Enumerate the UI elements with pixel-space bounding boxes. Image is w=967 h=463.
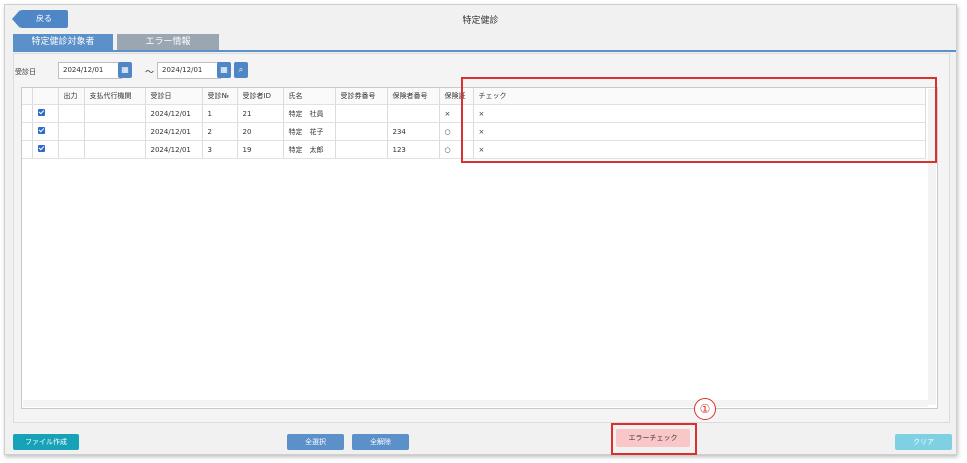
cell-exam-no: 3 (202, 140, 238, 159)
header-select (32, 88, 59, 105)
clear-button[interactable]: クリア (895, 434, 952, 450)
exam-date-label: 受診日 (15, 68, 36, 76)
cell-date: 2024/12/01 (145, 104, 203, 123)
calendar-icon[interactable]: ▦ (118, 62, 132, 78)
cell-date: 2024/12/01 (145, 122, 203, 141)
row-spacer (22, 104, 33, 123)
header-output[interactable]: 出力 (58, 88, 85, 105)
cell-patient-id: 21 (237, 104, 284, 123)
calendar-icon[interactable]: ▦ (217, 62, 231, 78)
header-exam-no[interactable]: 受診№ (202, 88, 238, 105)
checkbox-checked-icon[interactable] (37, 145, 45, 152)
header-name[interactable]: 氏名 (283, 88, 336, 105)
error-check-button[interactable]: エラーチェック (616, 429, 690, 447)
header-patient-id[interactable]: 受診者ID (237, 88, 284, 105)
cell-exam-no: 2 (202, 122, 238, 141)
cell-output (58, 140, 85, 159)
select-all-button[interactable]: 全選択 (287, 434, 344, 450)
tab-target-persons[interactable]: 特定健診対象者 (13, 34, 113, 50)
header-spacer (22, 88, 33, 105)
cell-output (58, 104, 85, 123)
cell-insurer-no (387, 104, 440, 123)
row-spacer (22, 122, 33, 141)
cell-output (58, 122, 85, 141)
cell-date: 2024/12/01 (145, 140, 203, 159)
page-title: 特定健診 (462, 16, 499, 26)
cell-agency (84, 140, 146, 159)
header-ticket-no[interactable]: 受診券番号 (335, 88, 388, 105)
highlight-box-check-column (461, 77, 937, 163)
app-window: 戻る 特定健診 特定健診対象者 エラー情報 受診日 2024/12/01 ▦ ～… (4, 4, 957, 455)
cell-agency (84, 104, 146, 123)
header-date[interactable]: 受診日 (145, 88, 203, 105)
header-insurer-no[interactable]: 保険者番号 (387, 88, 440, 105)
cell-patient-id: 19 (237, 140, 284, 159)
row-checkbox[interactable] (32, 104, 59, 123)
search-icon[interactable]: ⌕ (234, 62, 248, 78)
tab-underline (13, 50, 956, 52)
title-bar: 戻る 特定健診 (5, 5, 956, 31)
cell-insurer-no: 234 (387, 122, 440, 141)
date-to-input[interactable]: 2024/12/01 (157, 62, 221, 79)
cell-exam-no: 1 (202, 104, 238, 123)
date-separator: ～ (145, 68, 155, 78)
header-agency[interactable]: 支払代行機関 (84, 88, 146, 105)
checkbox-checked-icon[interactable] (37, 109, 45, 116)
cell-name: 特定 社員 (283, 104, 336, 123)
deselect-all-button[interactable]: 全解除 (352, 434, 409, 450)
row-checkbox[interactable] (32, 122, 59, 141)
horizontal-scrollbar[interactable] (23, 400, 928, 407)
row-spacer (22, 140, 33, 159)
cell-insurer-no: 123 (387, 140, 440, 159)
cell-patient-id: 20 (237, 122, 284, 141)
row-checkbox[interactable] (32, 140, 59, 159)
date-from-input[interactable]: 2024/12/01 (58, 62, 122, 79)
cell-name: 特定 花子 (283, 122, 336, 141)
tab-error-info[interactable]: エラー情報 (117, 34, 219, 50)
create-file-button[interactable]: ファイル作成 (13, 434, 79, 450)
checkbox-checked-icon[interactable] (37, 127, 45, 134)
cell-name: 特定 太郎 (283, 140, 336, 159)
cell-ticket-no (335, 140, 388, 159)
cell-ticket-no (335, 122, 388, 141)
cell-agency (84, 122, 146, 141)
cell-ticket-no (335, 104, 388, 123)
annotation-marker: ① (694, 398, 716, 420)
